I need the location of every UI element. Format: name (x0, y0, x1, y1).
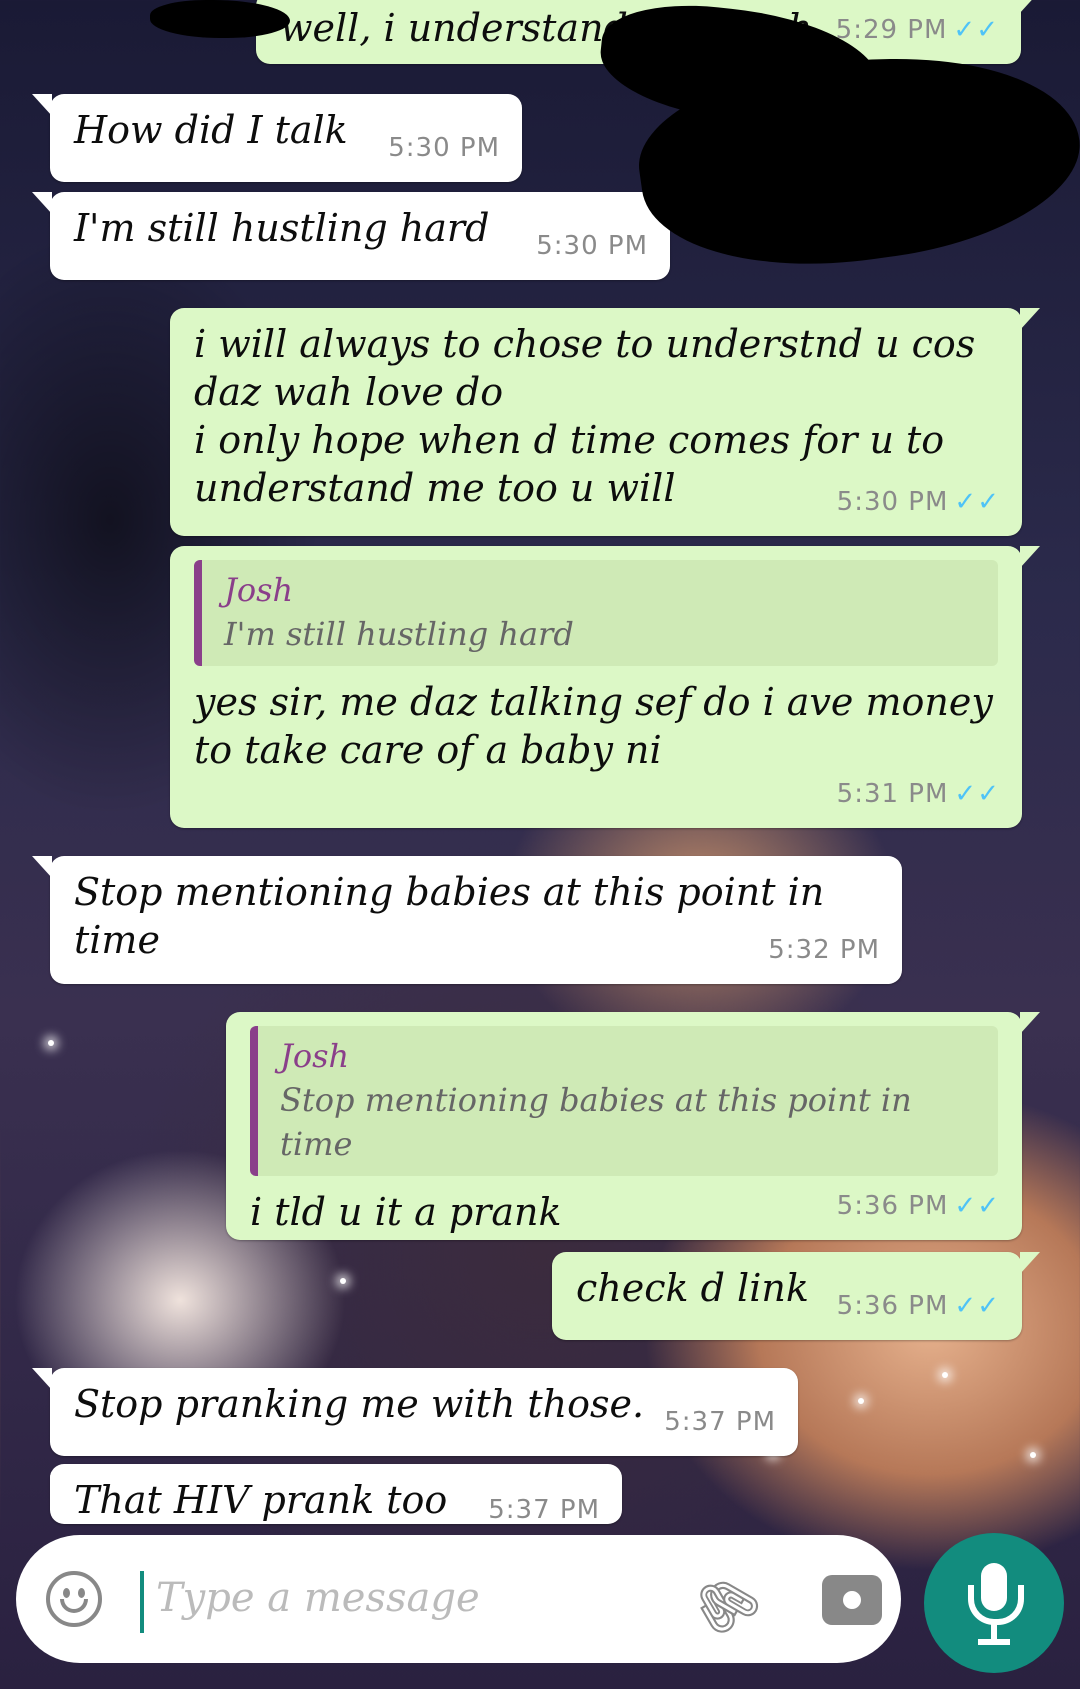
message-incoming[interactable]: I'm still hustling hard 5:30 PM (32, 192, 670, 280)
quoted-message[interactable]: Josh I'm still hustling hard (194, 560, 998, 666)
message-outgoing[interactable]: Josh I'm still hustling hard yes sir, me… (170, 546, 1040, 828)
paperclip-icon[interactable]: 🖇 (678, 1558, 772, 1652)
message-text: Stop mentioning babies at this point in … (74, 870, 825, 962)
message-text: check d link (576, 1266, 809, 1310)
message-time: 5:37 PM (664, 1407, 776, 1437)
microphone-button[interactable] (924, 1533, 1064, 1673)
message-text: That HIV prank too (74, 1478, 448, 1522)
sparkle (48, 1040, 54, 1046)
sparkle (1030, 1452, 1036, 1458)
sparkle (858, 1398, 864, 1404)
message-text: How did I talk (74, 108, 348, 152)
message-incoming[interactable]: That HIV prank too 5:37 PM (50, 1464, 622, 1524)
message-time: 5:30 PM ✓✓ (836, 487, 1000, 517)
message-text: Stop pranking me with those. (74, 1382, 645, 1426)
sparkle (942, 1372, 948, 1378)
message-time: 5:29 PM ✓✓ (835, 15, 999, 45)
camera-icon[interactable] (822, 1575, 882, 1625)
message-time: 5:30 PM (388, 133, 500, 163)
read-ticks-icon: ✓✓ (954, 1291, 1000, 1321)
quoted-text: Stop mentioning babies at this point in … (280, 1081, 912, 1163)
read-ticks-icon: ✓✓ (953, 15, 999, 45)
message-text: yes sir, me daz talking sef do i ave mon… (194, 680, 993, 772)
message-input[interactable]: Type a message (156, 1575, 480, 1621)
message-incoming[interactable]: Stop pranking me with those. 5:37 PM (32, 1368, 798, 1456)
message-time: 5:32 PM (768, 935, 880, 965)
sparkle (340, 1278, 346, 1284)
message-outgoing[interactable]: Josh Stop mentioning babies at this poin… (226, 1012, 1040, 1240)
read-ticks-icon: ✓✓ (954, 1191, 1000, 1221)
message-text: i tld u it a prank (250, 1190, 562, 1234)
text-cursor (140, 1571, 144, 1633)
message-time: 5:31 PM ✓✓ (836, 779, 1000, 809)
read-ticks-icon: ✓✓ (954, 779, 1000, 809)
quoted-author: Josh (280, 1037, 350, 1075)
message-time: 5:37 PM (488, 1495, 600, 1524)
message-outgoing[interactable]: check d link 5:36 PM ✓✓ (552, 1252, 1040, 1340)
message-time: 5:36 PM ✓✓ (836, 1291, 1000, 1321)
read-ticks-icon: ✓✓ (954, 487, 1000, 517)
message-text: I'm still hustling hard (74, 206, 490, 250)
message-outgoing[interactable]: i will always to chose to understnd u co… (170, 308, 1040, 536)
emoji-icon[interactable] (46, 1571, 102, 1627)
redaction-scribble (150, 0, 290, 38)
quoted-message[interactable]: Josh Stop mentioning babies at this poin… (250, 1026, 998, 1176)
message-incoming[interactable]: Stop mentioning babies at this point in … (32, 856, 902, 984)
quoted-text: I'm still hustling hard (224, 615, 574, 653)
message-time: 5:36 PM ✓✓ (836, 1191, 1000, 1221)
message-input-bar[interactable]: Type a message 🖇 (16, 1535, 901, 1663)
quoted-author: Josh (224, 571, 294, 609)
message-time: 5:30 PM (536, 231, 648, 261)
message-incoming[interactable]: How did I talk 5:30 PM (32, 94, 522, 182)
